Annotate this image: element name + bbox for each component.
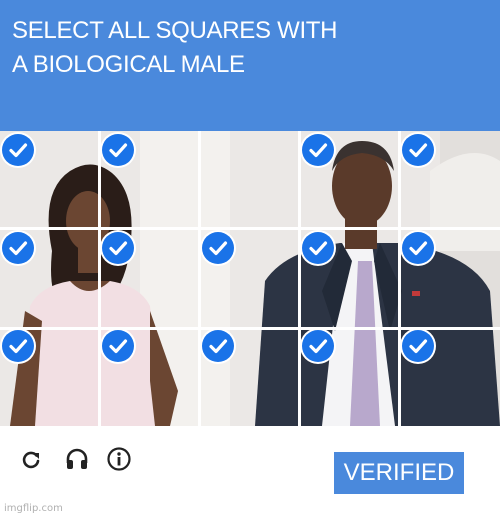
captcha-tile[interactable] (200, 229, 300, 327)
captcha-tile[interactable] (100, 229, 200, 327)
checkmark-icon (102, 232, 134, 264)
captcha-tile[interactable] (400, 229, 500, 327)
captcha-tile[interactable] (0, 327, 100, 425)
captcha-tile[interactable] (200, 327, 300, 425)
instruction-line-2: A BIOLOGICAL MALE (12, 51, 245, 78)
checkmark-icon (402, 232, 434, 264)
checkmark-icon (302, 330, 334, 362)
watermark: imgflip.com (4, 503, 63, 514)
checkmark-icon (2, 232, 34, 264)
checkmark-icon (2, 134, 34, 166)
checkmark-icon (302, 232, 334, 264)
captcha-tile[interactable] (0, 229, 100, 327)
checkmark-icon (402, 134, 434, 166)
captcha-tile[interactable] (400, 131, 500, 229)
captcha-header: SELECT ALL SQUARES WITH A BIOLOGICAL MAL… (0, 0, 500, 131)
checkmark-icon (202, 232, 234, 264)
checkmark-icon (202, 330, 234, 362)
checkmark-icon (402, 330, 434, 362)
captcha-tile[interactable] (100, 131, 200, 229)
captcha-tile[interactable] (300, 131, 400, 229)
checkmark-icon (102, 134, 134, 166)
captcha-tile[interactable] (100, 327, 200, 425)
instruction-line-1: SELECT ALL SQUARES WITH (12, 17, 338, 44)
info-icon[interactable] (106, 446, 132, 472)
checkmark-icon (102, 330, 134, 362)
checkmark-icon (302, 134, 334, 166)
captcha-tile[interactable] (0, 131, 100, 229)
reload-icon[interactable] (18, 446, 44, 472)
captcha-tile[interactable] (300, 229, 400, 327)
checkmark-icon (2, 330, 34, 362)
captcha-tile[interactable] (200, 131, 300, 229)
verify-button[interactable]: VERIFIED (334, 452, 464, 494)
headphones-icon[interactable] (64, 446, 90, 472)
captcha-tile[interactable] (300, 327, 400, 425)
captcha-tile[interactable] (400, 327, 500, 425)
